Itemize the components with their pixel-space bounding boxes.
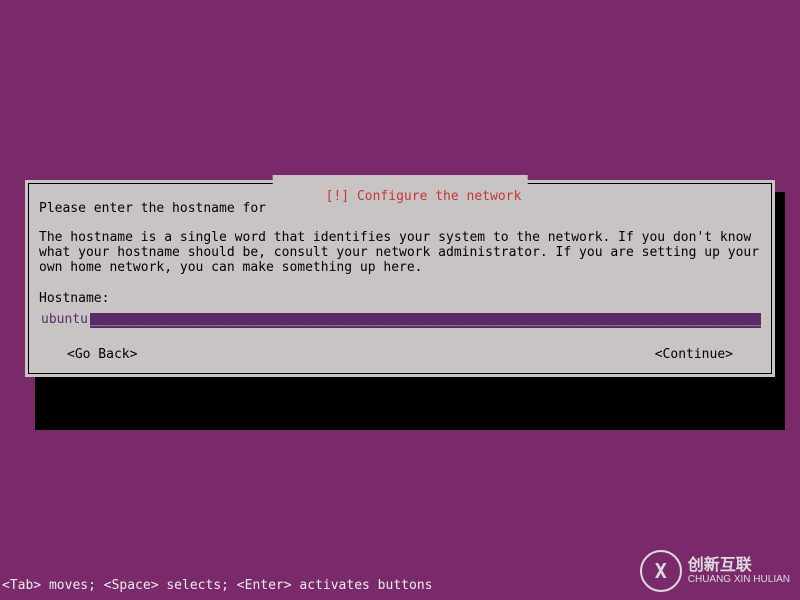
watermark-en: CHUANG XIN HULIAN (688, 574, 790, 585)
hostname-input-value[interactable]: ubuntu (39, 313, 90, 328)
watermark-cn: 创新互联 (688, 557, 790, 575)
dialog-title: [!] Configure the network (273, 175, 528, 220)
continue-button[interactable]: <Continue> (655, 348, 733, 363)
watermark: X 创新互联 CHUANG XIN HULIAN (640, 550, 790, 592)
dialog-title-text: [!] Configure the network (326, 189, 522, 204)
go-back-button[interactable]: <Go Back> (67, 348, 137, 363)
hostname-input[interactable]: ubuntu _________________________________… (39, 313, 761, 328)
watermark-icon: X (640, 550, 682, 592)
input-underscore-fill: ________________________________________… (90, 313, 761, 328)
configure-network-dialog: [!] Configure the network Please enter t… (25, 180, 775, 377)
dialog-frame: [!] Configure the network Please enter t… (28, 183, 772, 374)
hostname-label: Hostname: (39, 292, 761, 307)
watermark-text: 创新互联 CHUANG XIN HULIAN (688, 557, 790, 586)
watermark-icon-glyph: X (655, 560, 667, 583)
description-text: The hostname is a single word that ident… (39, 231, 761, 276)
dialog-button-row: <Go Back> <Continue> (39, 348, 761, 363)
